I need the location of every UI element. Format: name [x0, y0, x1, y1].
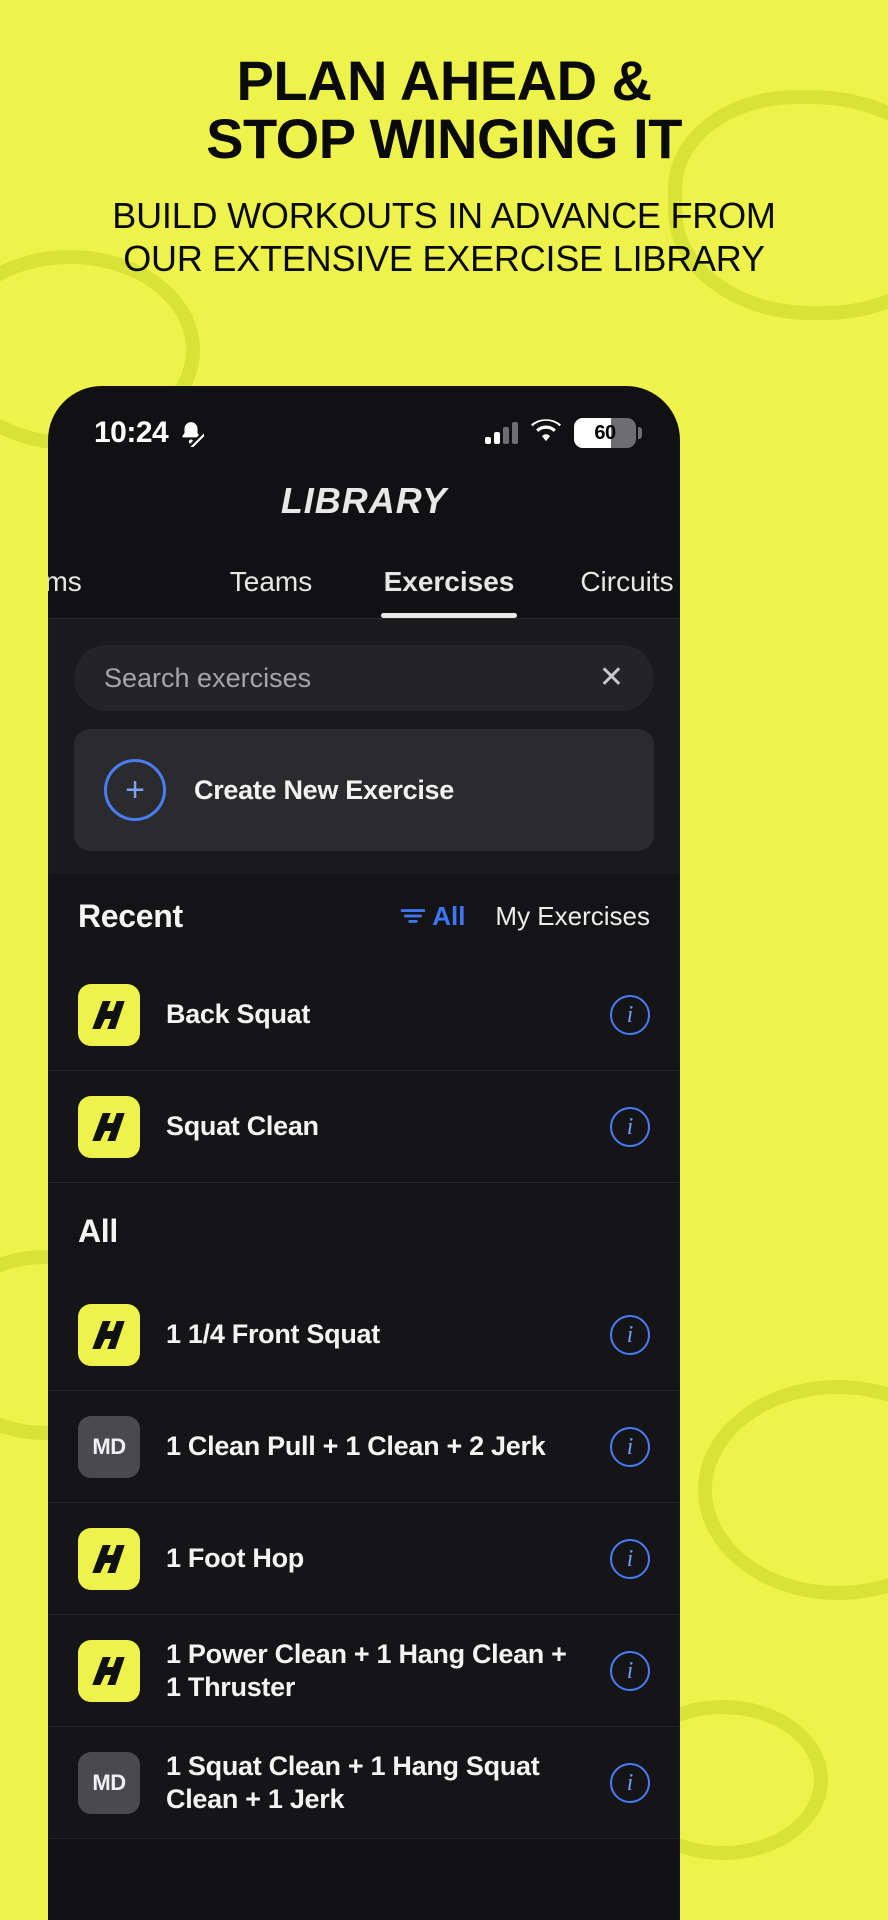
- status-bar: 10:24 60: [48, 386, 680, 462]
- wifi-icon: [531, 419, 561, 447]
- info-icon[interactable]: i: [610, 1650, 650, 1691]
- recent-title: Recent: [78, 897, 183, 934]
- hero-title-line-1: PLAN AHEAD &: [236, 49, 652, 112]
- hero-section: PLAN AHEAD & STOP WINGING IT BUILD WORKO…: [0, 52, 888, 280]
- create-new-exercise-label: Create New Exercise: [194, 774, 454, 805]
- info-icon[interactable]: i: [610, 1426, 650, 1467]
- exercise-name: 1 Power Clean + 1 Hang Clean + 1 Thruste…: [166, 1638, 567, 1702]
- hero-subtitle-line-2: OUR EXTENSIVE EXERCISE LIBRARY: [123, 237, 765, 279]
- hero-subtitle-line-1: BUILD WORKOUTS IN ADVANCE FROM: [112, 195, 776, 237]
- page-title: LIBRARY: [280, 480, 448, 521]
- recent-list: Back Squat i Squat Clean i: [48, 959, 680, 1183]
- close-icon[interactable]: ✕: [599, 663, 624, 693]
- doodle-shape: [698, 1380, 888, 1600]
- info-icon[interactable]: i: [610, 1314, 650, 1355]
- exercise-name: 1 Squat Clean + 1 Hang Squat Clean + 1 J…: [166, 1750, 540, 1814]
- hero-subtitle: BUILD WORKOUTS IN ADVANCE FROM OUR EXTEN…: [0, 195, 888, 280]
- table-row[interactable]: 1 Foot Hop i: [48, 1503, 680, 1615]
- exercise-name: 1 Foot Hop: [166, 1543, 304, 1574]
- search-bar[interactable]: Search exercises ✕: [74, 645, 654, 711]
- info-icon[interactable]: i: [610, 1106, 650, 1147]
- exercise-name: Squat Clean: [166, 1111, 319, 1142]
- all-title: All: [78, 1212, 118, 1249]
- battery-level: 60: [594, 421, 616, 444]
- hero-title: PLAN AHEAD & STOP WINGING IT: [0, 52, 888, 167]
- tab-programs[interactable]: grams: [48, 566, 182, 618]
- search-section: Search exercises ✕: [48, 619, 680, 729]
- info-icon[interactable]: i: [610, 994, 650, 1035]
- filter-all-button[interactable]: All: [400, 901, 465, 932]
- hyperlift-logo-icon: [78, 1095, 140, 1158]
- hyperlift-logo-icon: [78, 1303, 140, 1366]
- info-icon[interactable]: i: [610, 1762, 650, 1803]
- exercise-name: 1 1/4 Front Squat: [166, 1319, 380, 1350]
- tab-circuits[interactable]: Circuits: [538, 566, 680, 618]
- create-new-exercise-button[interactable]: + Create New Exercise: [74, 729, 654, 851]
- filter-all-label: All: [432, 900, 466, 931]
- recent-section-header: Recent All My Exercises: [48, 873, 680, 959]
- table-row[interactable]: 1 Power Clean + 1 Hang Clean + 1 Thruste…: [48, 1615, 680, 1727]
- phone-mockup: 10:24 60 LIBRARY ms Teams Exercises Circ…: [48, 386, 680, 1920]
- tab-exercises[interactable]: Exercises: [360, 566, 538, 618]
- status-bar-right: 60: [485, 418, 642, 448]
- plus-icon: +: [104, 759, 166, 821]
- table-row[interactable]: MD 1 Squat Clean + 1 Hang Squat Clean + …: [48, 1727, 680, 1839]
- status-time: 10:24: [94, 416, 169, 449]
- create-section: + Create New Exercise: [48, 729, 680, 873]
- hero-title-line-2: STOP WINGING IT: [206, 106, 682, 170]
- md-badge: MD: [78, 1415, 140, 1478]
- cellular-signal-icon: [485, 422, 518, 444]
- exercise-name: 1 Clean Pull + 1 Clean + 2 Jerk: [166, 1431, 546, 1462]
- hyperlift-logo-icon: [78, 983, 140, 1046]
- all-section-header: All: [48, 1183, 680, 1279]
- all-list: 1 1/4 Front Squat i MD 1 Clean Pull + 1 …: [48, 1279, 680, 1839]
- battery-icon: 60: [574, 418, 642, 448]
- bell-off-icon: [178, 419, 205, 447]
- search-input[interactable]: Search exercises: [104, 663, 599, 694]
- exercise-name: Back Squat: [166, 999, 311, 1030]
- table-row[interactable]: MD 1 Clean Pull + 1 Clean + 2 Jerk i: [48, 1391, 680, 1503]
- hyperlift-logo-icon: [78, 1527, 140, 1590]
- filter-icon: [400, 906, 426, 926]
- table-row[interactable]: Squat Clean i: [48, 1071, 680, 1183]
- hyperlift-logo-icon: [78, 1639, 140, 1702]
- my-exercises-button[interactable]: My Exercises: [481, 901, 650, 932]
- info-icon[interactable]: i: [610, 1538, 650, 1579]
- tab-teams[interactable]: Teams: [182, 566, 360, 618]
- md-badge: MD: [78, 1751, 140, 1814]
- table-row[interactable]: Back Squat i: [48, 959, 680, 1071]
- status-bar-left: 10:24: [94, 416, 205, 450]
- tab-bar: grams Teams Exercises Circuits: [48, 544, 680, 618]
- table-row[interactable]: 1 1/4 Front Squat i: [48, 1279, 680, 1391]
